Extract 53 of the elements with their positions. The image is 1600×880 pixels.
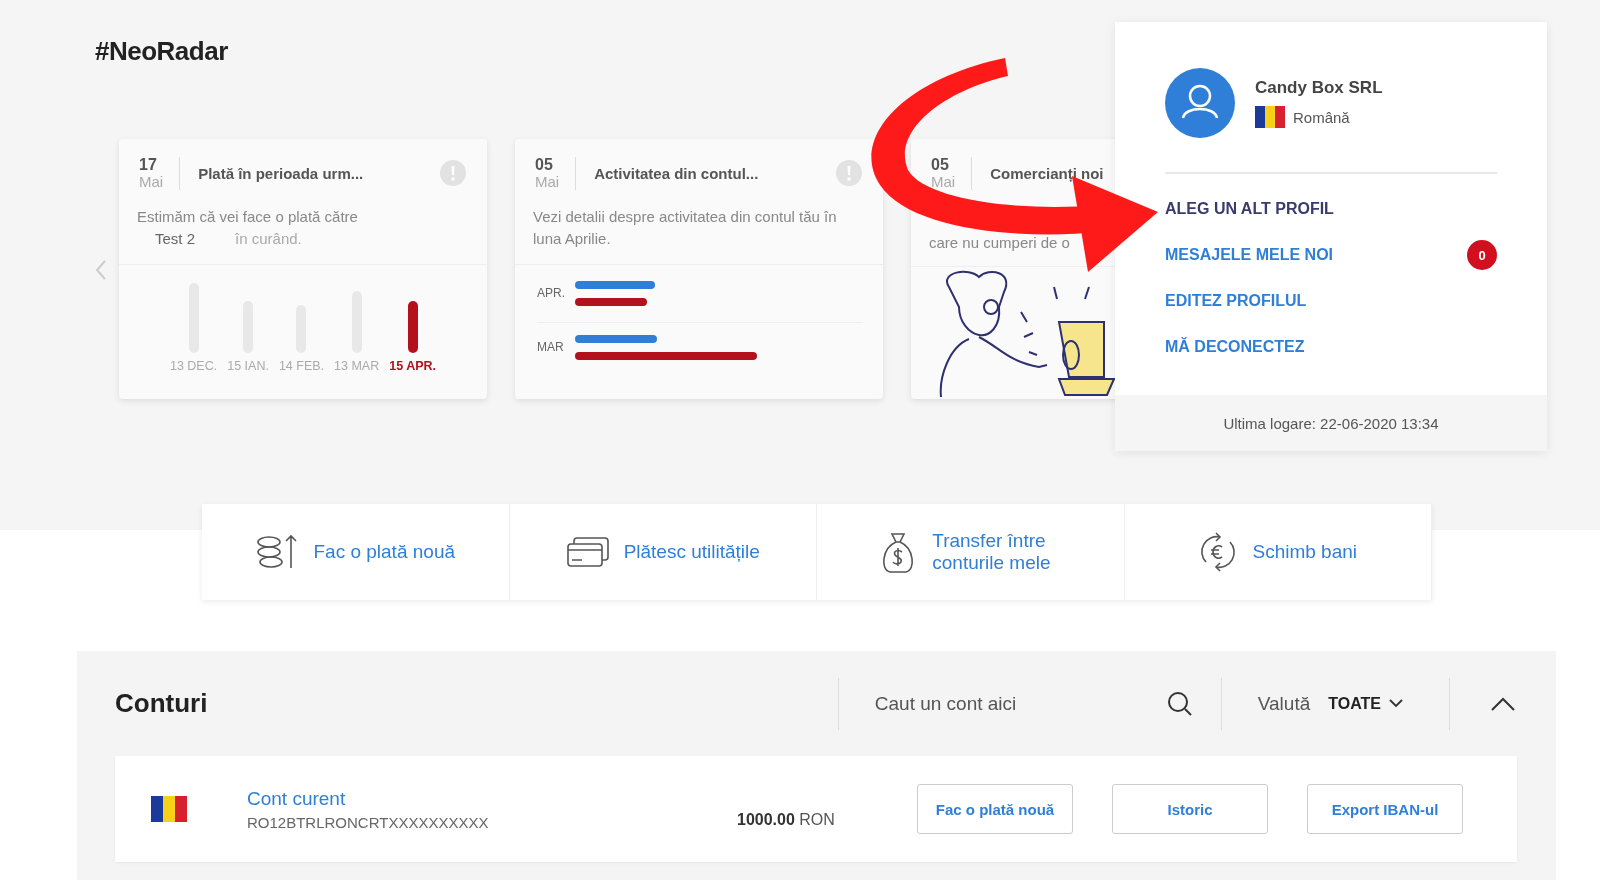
account-iban: RO12BTRLRONCRTXXXXXXXXXX [247,813,490,831]
search-field[interactable]: Caut un cont aici [872,691,1117,716]
accounts-title: Conturi [115,688,209,719]
card-text: Vezi detalii despre activitatea din contul tău în luna Aprilie. [533,206,838,250]
bar-label: 14 FEB. [278,358,325,373]
currency-label: Valută [1257,692,1311,715]
collapse-chevron-icon[interactable] [1490,695,1516,712]
radar-card[interactable]: 05 Mai Activitatea din contul... Vezi detalii despre activitatea din contul tău în luna Aprilie. APR. MAR [515,139,883,399]
flag-icon [151,796,187,822]
account-action-button[interactable]: Export IBAN-ul [1307,784,1463,834]
spending-bar [575,297,647,306]
card-title: Activitatea din contul... [594,164,760,182]
count-badge: 0 [1467,240,1497,270]
bar-label: 15 IAN. [227,358,269,373]
bar-label: 13 MAR [334,358,380,373]
bar-label: MAR [537,340,565,355]
payee-name: Test 2 [155,229,196,250]
card-day: 05 [535,157,560,174]
card-text: Estimăm că vei face o plată către [137,206,359,227]
quick-action-button[interactable]: Plătesc utilitățile [509,504,817,600]
currency-code: RON [799,811,835,828]
card-month: Mai [535,173,560,190]
alert-icon [439,159,467,188]
card-month: Mai [139,173,164,190]
account-action-button[interactable]: Fac o plată nouă [917,784,1073,834]
quick-action-button[interactable]: Fac o plată nouă [202,504,510,600]
card-day: 05 [931,157,956,174]
bar-label: APR. [537,286,566,301]
currency-dropdown[interactable]: TOATE [1322,693,1409,714]
flag-icon [1255,106,1285,128]
bar-label: 13 DEC. [169,358,218,373]
language-label[interactable]: Română [1293,108,1350,126]
avatar-icon [1165,68,1235,138]
card-title: Comercianți noi [990,164,1105,182]
search-icon[interactable] [1166,690,1193,717]
account-balance: 1000.00 [737,811,795,828]
radar-card[interactable]: 17 Mai Plată în perioada urm... Estimăm că vei face o plată către Test 2 în curând. 13 DEC. 15 IAN. 14 FEB. 13 MAR 15 APR. [119,139,487,399]
quick-action-button[interactable]: Schimb bani [1124,504,1432,600]
account-action-button[interactable]: Istoric [1112,784,1268,834]
alert-icon [835,159,863,188]
cards-icon [565,535,610,569]
caret-icon [1389,699,1403,708]
section-title: #NeoRadar [95,36,229,67]
card-title: Plată în perioada urm... [198,164,365,182]
account-name-link[interactable]: Cont curent [247,787,346,810]
card-text: în curând. [235,229,302,250]
card-text: care nu cumperi de o [929,232,1070,253]
card-day: 17 [139,157,164,174]
profile-name: Candy Box SRL [1255,78,1383,98]
quick-action-button[interactable]: Transfer între conturile mele [817,504,1125,600]
bar-label: 15 APR. [389,358,436,373]
card-month: Mai [931,173,956,190]
last-login-text: Ultima logare: 22-06-2020 13:34 [1223,414,1439,432]
